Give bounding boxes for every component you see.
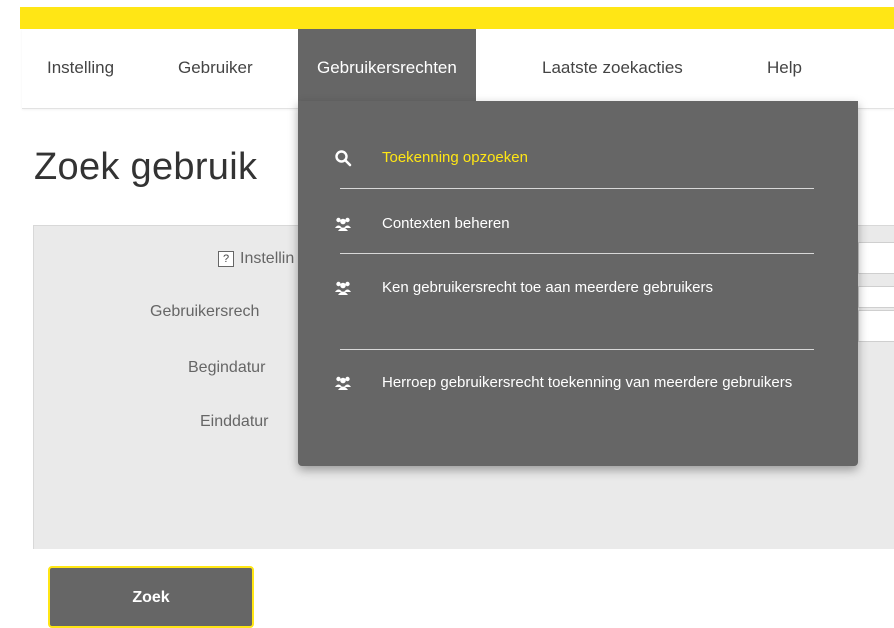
search-icon [335,150,352,167]
menu-item-label: Contexten beheren [382,215,510,232]
gebruikersrecht-input-top [858,286,894,308]
form-label-gebruikersrecht: Gebruikersrech [150,303,260,320]
group-icon [335,376,351,390]
menu-item-toekenning-opzoeken[interactable]: Toekenning opzoeken [334,146,814,170]
nav-item-laatste-zoekacties[interactable]: Laatste zoekacties [542,29,683,102]
menu-item-ken-gebruikersrecht-toe[interactable]: Ken gebruikersrecht toe aan meerdere geb… [334,276,814,300]
menu-divider [340,188,814,189]
gebruikersrechten-dropdown-menu: Toekenning opzoeken Contexten beheren Ke… [298,101,858,466]
form-label-begindatum: Begindatur [188,359,266,376]
menu-item-label: Toekenning opzoeken [382,149,528,166]
menu-item-herroep-gebruikersrecht[interactable]: Herroep gebruikersrecht toekenning van m… [334,371,814,395]
help-icon[interactable]: ? [218,251,234,267]
main-navigation: Instelling Gebruiker Gebruikersrechten L… [22,29,894,109]
form-label-einddatum: Einddatur [200,413,269,430]
nav-item-instelling[interactable]: Instelling [47,29,114,102]
menu-item-label: Herroep gebruikersrecht toekenning van m… [382,374,793,391]
nav-item-gebruikersrechten[interactable]: Gebruikersrechten [298,29,476,102]
menu-item-label: Ken gebruikersrecht toe aan meerdere geb… [382,279,714,296]
form-label-instelling: ? Instellin [218,250,294,268]
zoek-button[interactable]: Zoek [48,566,254,628]
nav-item-gebruiker[interactable]: Gebruiker [178,29,253,102]
gebruikersrecht-input[interactable] [858,310,894,342]
form-label-instelling-text: Instellin [240,250,295,267]
page-title: Zoek gebruik [34,146,258,188]
menu-divider [340,349,814,350]
menu-item-contexten-beheren[interactable]: Contexten beheren [334,212,814,236]
group-icon [335,217,351,231]
instelling-input[interactable] [858,242,894,274]
nav-item-help[interactable]: Help [767,29,802,102]
group-icon [335,281,351,295]
top-accent-bar [20,7,894,29]
menu-divider [340,253,814,254]
